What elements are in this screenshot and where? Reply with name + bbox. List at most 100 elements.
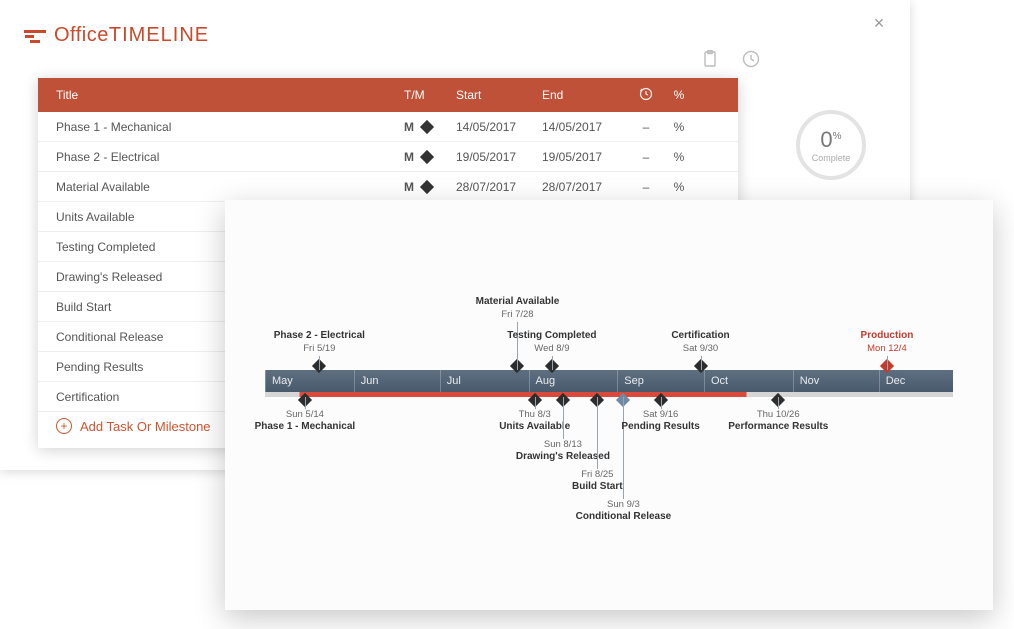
diamond-icon (420, 119, 434, 133)
table-row[interactable]: Phase 2 - ElectricalM19/05/201719/05/201… (38, 142, 738, 172)
history-icon[interactable] (742, 50, 760, 73)
month-label: Oct (704, 370, 728, 392)
add-task-label: Add Task Or Milestone (80, 419, 211, 434)
row-tm: M (404, 180, 456, 194)
milestone-title: Phase 1 - Mechanical (255, 421, 356, 434)
milestone-date: Mon 12/4 (861, 343, 914, 355)
table-row[interactable]: Phase 1 - MechanicalM14/05/201714/05/201… (38, 112, 738, 142)
table-header: Title T/M Start End % (38, 78, 738, 112)
month-label: Dec (879, 370, 906, 392)
month-label: Aug (529, 370, 556, 392)
milestone-label: Phase 2 - ElectricalFri 5/19 (274, 330, 365, 354)
milestone-date: Wed 8/9 (507, 343, 596, 355)
milestone-date: Sun 5/14 (255, 409, 356, 421)
milestone-connector (887, 356, 888, 370)
column-percent[interactable]: % (664, 88, 694, 102)
milestone-connector (563, 397, 564, 439)
gauge-label: Complete (812, 153, 851, 163)
milestone-date: Fri 7/28 (476, 309, 560, 321)
row-percent: % (664, 180, 694, 194)
milestone-connector (778, 397, 779, 409)
row-duration: – (628, 120, 664, 134)
milestone-title: Certification (671, 330, 729, 343)
row-percent: % (664, 150, 694, 164)
row-end: 28/07/2017 (542, 180, 628, 194)
milestone-title: Production (861, 330, 914, 343)
month-label: Jul (440, 370, 461, 392)
add-task-link[interactable]: + Add Task Or Milestone (56, 418, 211, 434)
milestone-title: Drawing's Released (516, 451, 610, 464)
milestone-label: ProductionMon 12/4 (861, 330, 914, 354)
milestone-label: Sat 9/16Pending Results (621, 409, 699, 433)
milestone-label: Sun 9/3Conditional Release (576, 499, 672, 523)
row-percent: % (664, 120, 694, 134)
milestone-connector (305, 397, 306, 409)
progress-gauge: 0% Complete (796, 110, 866, 180)
column-start[interactable]: Start (456, 88, 542, 102)
column-title[interactable]: Title (56, 88, 404, 102)
milestone-connector (661, 397, 662, 409)
milestone-title: Pending Results (621, 421, 699, 434)
milestone-label: Fri 8/25Build Start (572, 469, 623, 493)
milestone-label: CertificationSat 9/30 (671, 330, 729, 354)
milestone-label: Material AvailableFri 7/28 (476, 296, 560, 320)
milestone-title: Units Available (499, 421, 570, 434)
milestone-label: Thu 10/26Performance Results (728, 409, 828, 433)
toolbar (702, 50, 760, 73)
close-button[interactable]: × (872, 16, 886, 30)
timeline-progress-bar (265, 392, 953, 397)
row-title: Phase 1 - Mechanical (56, 120, 404, 134)
row-end: 14/05/2017 (542, 120, 628, 134)
clipboard-icon[interactable] (702, 50, 718, 73)
titlebar: OfficeTIMELINE × (0, 0, 910, 70)
column-end[interactable]: End (542, 88, 628, 102)
diamond-icon (420, 179, 434, 193)
logo-text: OfficeTIMELINE (54, 24, 209, 47)
app-logo: OfficeTIMELINE (24, 24, 209, 47)
row-duration: – (628, 150, 664, 164)
row-duration: – (628, 180, 664, 194)
milestone-title: Conditional Release (576, 511, 672, 524)
row-tm: M (404, 120, 456, 134)
month-label: Sep (617, 370, 644, 392)
milestone-label: Sun 5/14Phase 1 - Mechanical (255, 409, 356, 433)
timeline-band-wrap: May Jun Jul Aug Sep Oct Nov Dec (265, 370, 953, 396)
row-start: 19/05/2017 (456, 150, 542, 164)
row-start: 28/07/2017 (456, 180, 542, 194)
milestone-date: Thu 10/26 (728, 409, 828, 421)
milestone-title: Phase 2 - Electrical (274, 330, 365, 343)
row-title: Material Available (56, 180, 404, 194)
plus-icon: + (56, 418, 72, 434)
timeline-band: May Jun Jul Aug Sep Oct Nov Dec (265, 370, 953, 392)
logo-icon (24, 26, 46, 44)
milestone-date: Sun 8/13 (516, 439, 610, 451)
milestone-connector (597, 397, 598, 469)
milestone-date: Fri 5/19 (274, 343, 365, 355)
milestone-connector (535, 397, 536, 409)
row-tm: M (404, 150, 456, 164)
milestone-label: Sun 8/13Drawing's Released (516, 439, 610, 463)
month-label: May (265, 370, 293, 392)
column-tm[interactable]: T/M (404, 88, 456, 102)
milestone-title: Material Available (476, 296, 560, 309)
gauge-value: 0% (820, 127, 841, 153)
table-row[interactable]: Material AvailableM28/07/201728/07/2017–… (38, 172, 738, 202)
diamond-icon (420, 149, 434, 163)
milestone-connector (552, 356, 553, 370)
milestone-date: Thu 8/3 (499, 409, 570, 421)
milestone-date: Sat 9/30 (671, 343, 729, 355)
milestone-date: Sun 9/3 (576, 499, 672, 511)
milestone-date: Sat 9/16 (621, 409, 699, 421)
row-title: Phase 2 - Electrical (56, 150, 404, 164)
month-label: Nov (793, 370, 820, 392)
month-label: Jun (354, 370, 379, 392)
row-start: 14/05/2017 (456, 120, 542, 134)
milestone-title: Performance Results (728, 421, 828, 434)
milestone-title: Testing Completed (507, 330, 596, 343)
row-end: 19/05/2017 (542, 150, 628, 164)
milestone-label: Thu 8/3Units Available (499, 409, 570, 433)
milestone-label: Testing CompletedWed 8/9 (507, 330, 596, 354)
column-duration-icon[interactable] (628, 87, 664, 104)
milestone-title: Build Start (572, 481, 623, 494)
timeline-preview: May Jun Jul Aug Sep Oct Nov Dec Phase 2 - Elect… (225, 200, 993, 610)
